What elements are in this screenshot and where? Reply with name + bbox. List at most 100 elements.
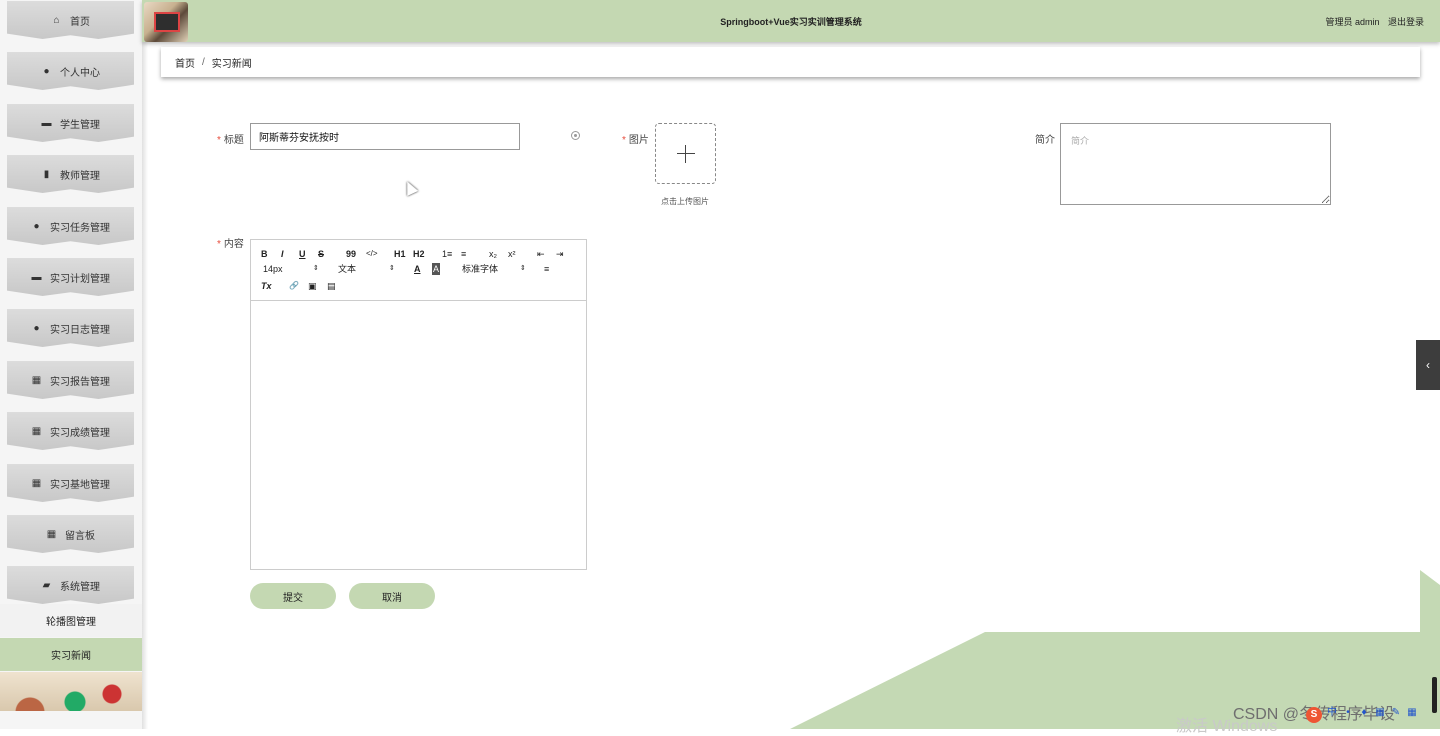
intro-label: 简介 (1035, 135, 1055, 146)
title-input[interactable] (250, 123, 520, 150)
sidebar-item-label: 系统管理 (60, 581, 100, 593)
h1-button[interactable]: H1 (394, 248, 406, 260)
font-color-button[interactable]: A (414, 263, 421, 275)
sidebar-item-plans[interactable]: ▬ 实习计划管理 (7, 258, 134, 296)
clipboard-icon: ▮ (43, 168, 50, 180)
image-icon[interactable]: ▣ (308, 280, 317, 292)
image-label: * 图片 (622, 135, 649, 146)
scrollbar-thumb[interactable] (1432, 677, 1437, 713)
location-icon: ● (33, 322, 40, 334)
strike-button[interactable]: S (318, 248, 324, 260)
skin-icon[interactable]: ✎ (1390, 707, 1402, 719)
required-mark: * (217, 135, 221, 146)
sidebar-item-students[interactable]: ▬ 学生管理 (7, 104, 134, 142)
video-icon[interactable]: ▤ (327, 280, 336, 292)
breadcrumb-home[interactable]: 首页 (175, 55, 195, 70)
punctuation-icon[interactable]: • (1342, 707, 1354, 719)
submit-button[interactable]: 提交 (250, 583, 336, 609)
sidebar-item-label: 首页 (70, 16, 90, 28)
intro-textarea[interactable] (1060, 123, 1331, 205)
person-icon: ● (33, 220, 40, 232)
sidebar-item-home[interactable]: ⌂ 首页 (7, 1, 134, 39)
microphone-icon[interactable]: ♦ (1358, 707, 1370, 719)
sidebar-item-logs[interactable]: ● 实习日志管理 (7, 309, 134, 347)
header: Springboot+Vue实习实训管理系统 管理员 admin 退出登录 (142, 0, 1440, 42)
subscript-button[interactable]: x₂ (489, 248, 497, 260)
content-label: * 内容 (217, 239, 244, 250)
sidebar-item-label: 实习报告管理 (50, 376, 110, 388)
required-mark: * (217, 239, 221, 250)
h2-button[interactable]: H2 (413, 248, 425, 260)
sidebar-item-label: 实习成绩管理 (50, 427, 110, 439)
home-icon: ⌂ (53, 14, 60, 26)
sogou-icon[interactable]: S (1306, 707, 1322, 723)
sidebar-item-label: 实习基地管理 (50, 479, 110, 491)
upload-tip: 点击上传图片 (661, 197, 709, 206)
editor-toolbar: B I U S 99 </> H1 H2 1≡ ≡ x₂ x² ⇤ ⇥ 14px… (251, 240, 586, 301)
user-icon: ● (43, 65, 50, 77)
sidebar-item-label: 留言板 (65, 530, 95, 542)
sidebar-item-reports[interactable]: ▦ 实习报告管理 (7, 361, 134, 399)
chevron-updown-icon: ⇕ (520, 265, 526, 272)
link-icon[interactable]: 🔗 (289, 280, 299, 292)
breadcrumb: 首页 / 实习新闻 (161, 47, 1420, 77)
sidebar-item-teachers[interactable]: ▮ 教师管理 (7, 155, 134, 193)
plus-icon-vertical (685, 144, 686, 163)
font-family-select[interactable]: 标准字体 (462, 263, 498, 275)
logout-link[interactable]: 退出登录 (1388, 17, 1424, 27)
sidebar-item-label: 个人中心 (60, 67, 100, 79)
align-button[interactable]: ≡ (544, 263, 549, 275)
quote-button[interactable]: 99 (346, 248, 356, 260)
sidebar-item-label: 实习日志管理 (50, 324, 110, 336)
clear-icon[interactable] (571, 131, 580, 140)
sidebar-item-bases[interactable]: ▦ 实习基地管理 (7, 464, 134, 502)
grid-icon: ▦ (46, 528, 57, 540)
mouse-cursor-icon (401, 179, 419, 196)
bullet-list-button[interactable]: ≡ (461, 248, 466, 260)
grid-icon: ▦ (31, 374, 42, 386)
required-mark: * (622, 135, 626, 146)
sidebar-subitem-news[interactable]: 实习新闻 (0, 638, 142, 671)
background-color-button[interactable]: A (432, 263, 441, 275)
chevron-updown-icon: ⇕ (389, 265, 395, 272)
editor-content-area[interactable] (251, 300, 586, 569)
code-button[interactable]: </> (366, 248, 378, 260)
italic-button[interactable]: I (281, 248, 284, 260)
sidebar: ⌂ 首页 ● 个人中心 ▬ 学生管理 ▮ 教师管理 ● 实习任务管理 ▬ 实习计… (0, 0, 142, 729)
sidebar-item-label: 实习任务管理 (50, 222, 110, 234)
image-upload-box[interactable] (655, 123, 716, 184)
briefcase-icon: ▬ (41, 117, 52, 129)
app-title: Springboot+Vue实习实训管理系统 (720, 17, 862, 27)
rich-text-editor: B I U S 99 </> H1 H2 1≡ ≡ x₂ x² ⇤ ⇥ 14px… (250, 239, 587, 570)
chart-icon: ▰ (42, 579, 51, 591)
sidebar-item-system[interactable]: ▰ 系统管理 (7, 566, 134, 604)
keyboard-icon[interactable]: ▦ (1374, 707, 1386, 719)
toolbox-icon[interactable]: ▦ (1406, 707, 1418, 719)
chevron-left-icon[interactable]: ‹ (1416, 340, 1440, 390)
sidebar-item-profile[interactable]: ● 个人中心 (7, 52, 134, 90)
font-size-select[interactable]: 14px (263, 263, 283, 275)
chevron-updown-icon: ⇕ (313, 265, 319, 272)
text-type-select[interactable]: 文本 (338, 263, 356, 275)
sidebar-item-label: 教师管理 (60, 170, 100, 182)
sidebar-subitem-carousel[interactable]: 轮播图管理 (0, 604, 142, 637)
bold-button[interactable]: B (261, 248, 268, 260)
indent-button[interactable]: ⇥ (556, 248, 564, 260)
sidebar-shadow (142, 0, 148, 729)
superscript-button[interactable]: x² (508, 248, 516, 260)
sidebar-item-messages[interactable]: ▦ 留言板 (7, 515, 134, 553)
sidebar-item-grades[interactable]: ▦ 实习成绩管理 (7, 412, 134, 450)
underline-button[interactable]: U (299, 248, 306, 260)
chinese-mode-icon[interactable]: 中 (1326, 707, 1338, 719)
sidebar-item-tasks[interactable]: ● 实习任务管理 (7, 207, 134, 245)
clear-format-button[interactable]: Tx (261, 280, 272, 292)
user-area: 管理员 admin 退出登录 (1319, 15, 1424, 28)
ime-tray: S 中 • ♦ ▦ ✎ ▦ (1306, 707, 1418, 727)
title-label: * 标题 (217, 135, 244, 146)
ordered-list-button[interactable]: 1≡ (442, 248, 452, 260)
cancel-button[interactable]: 取消 (349, 583, 435, 609)
sidebar-decoration-image (0, 672, 142, 711)
outdent-button[interactable]: ⇤ (537, 248, 545, 260)
sidebar-item-label: 实习计划管理 (50, 273, 110, 285)
user-label: 管理员 admin (1325, 17, 1380, 27)
